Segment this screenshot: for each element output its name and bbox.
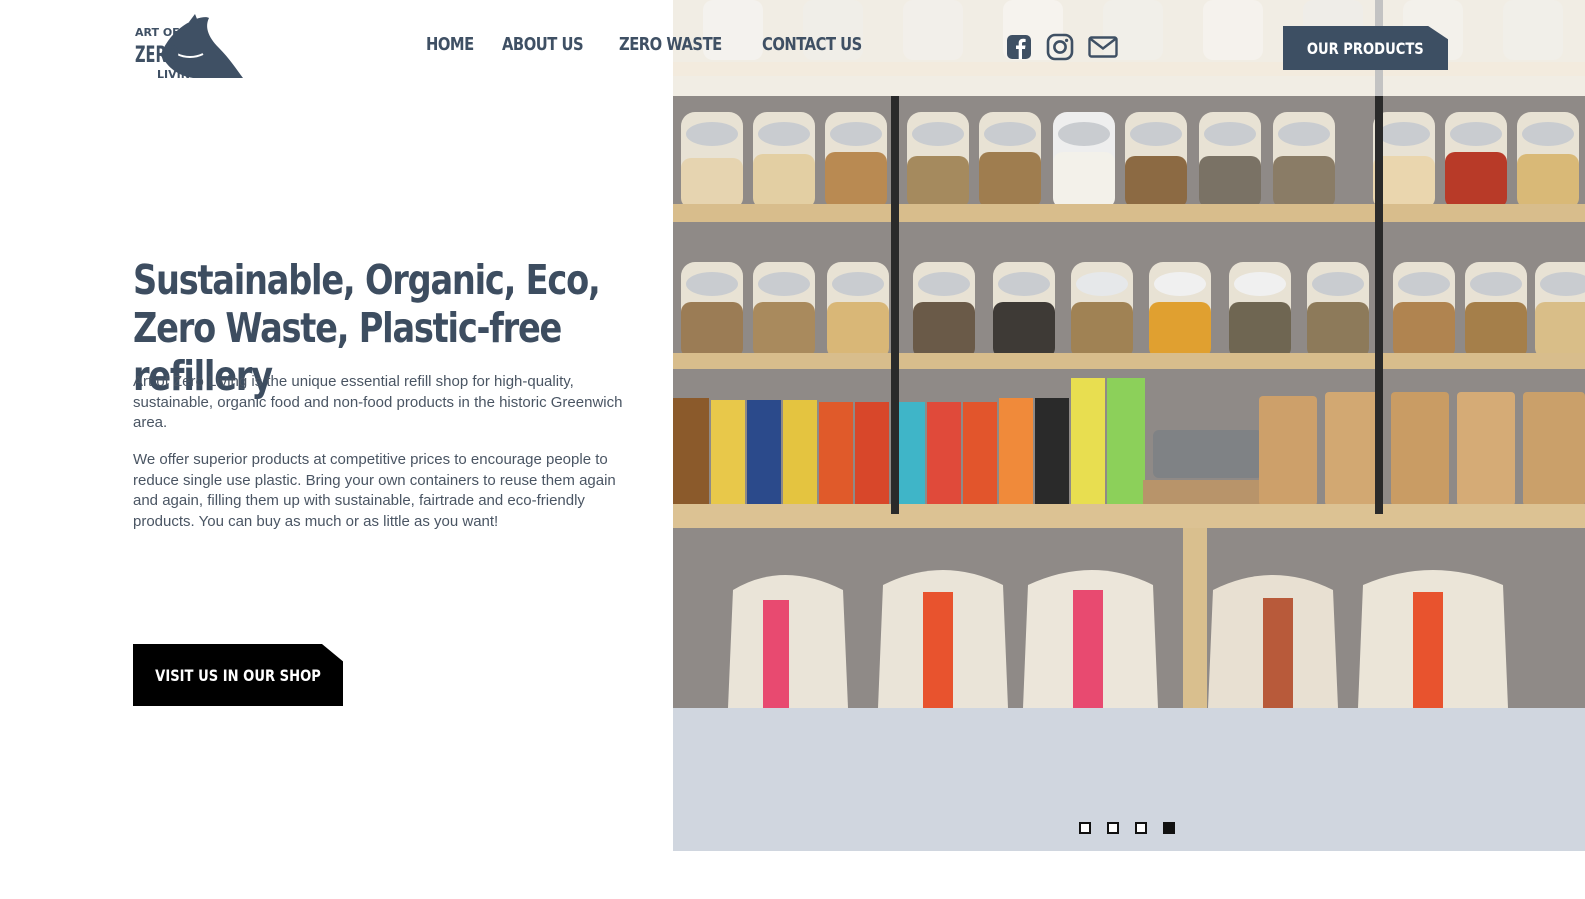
social-links: [1006, 33, 1118, 66]
nav-zero-waste[interactable]: ZERO WASTE: [619, 34, 722, 55]
hero-photo: [673, 0, 1585, 708]
mail-icon[interactable]: [1088, 36, 1118, 63]
our-products-button[interactable]: OUR PRODUCTS: [1283, 26, 1448, 70]
logo-text-line3: LIVING: [157, 68, 199, 81]
slider-dot-1[interactable]: [1079, 822, 1091, 834]
logo-text-line2: ZERO: [135, 43, 179, 68]
site-logo[interactable]: ART OF ZERO LIVING: [133, 14, 245, 84]
slider-dots: [1079, 822, 1175, 834]
instagram-icon[interactable]: [1046, 33, 1074, 66]
our-products-label: OUR PRODUCTS: [1307, 38, 1424, 58]
slider-dot-2[interactable]: [1107, 822, 1119, 834]
hero-paragraph-1: Art of Zero Living is the unique essenti…: [133, 373, 623, 431]
hero-paragraph-2: We offer superior products at competitiv…: [133, 451, 616, 530]
whale-icon: ART OF ZERO LIVING: [135, 14, 243, 81]
facebook-icon[interactable]: [1006, 34, 1032, 65]
logo-text-line1: ART OF: [135, 26, 180, 39]
slider-dot-4[interactable]: [1163, 822, 1175, 834]
slider-dot-3[interactable]: [1135, 822, 1147, 834]
nav-contact-us[interactable]: CONTACT US: [762, 34, 862, 55]
nav-home[interactable]: HOME: [426, 34, 474, 55]
visit-shop-label: VISIT US IN OUR SHOP: [155, 665, 321, 685]
nav-about-us[interactable]: ABOUT US: [502, 34, 584, 55]
main-nav: HOME ABOUT US ZERO WASTE CONTACT US: [426, 34, 870, 55]
visit-shop-button[interactable]: VISIT US IN OUR SHOP: [133, 644, 343, 706]
